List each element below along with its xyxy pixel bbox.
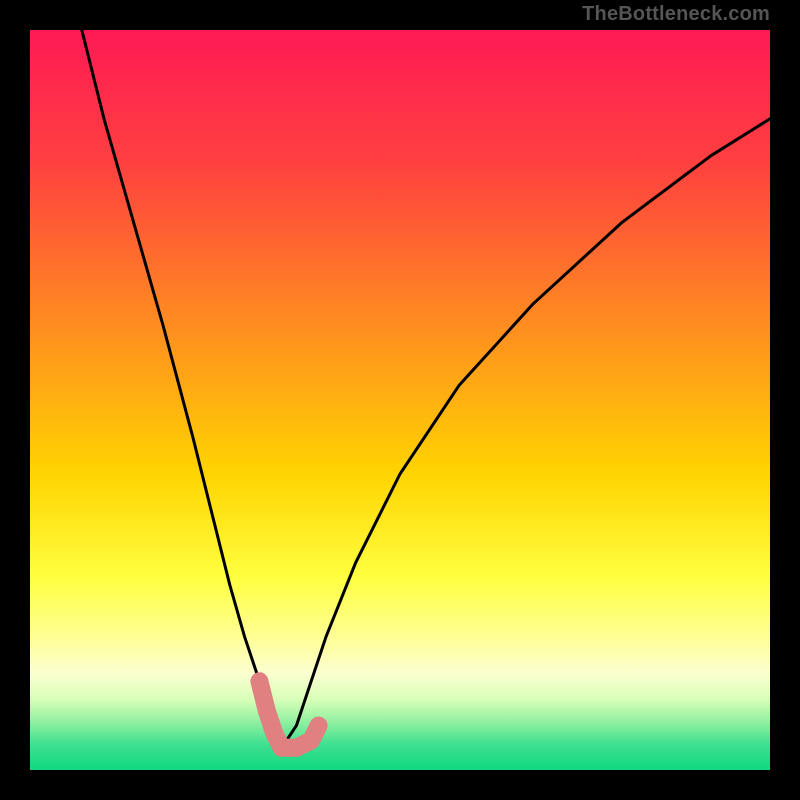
bottleneck-curve-left (82, 30, 282, 748)
chart-frame: TheBottleneck.com (0, 0, 800, 800)
curve-layer (30, 30, 770, 770)
watermark-text: TheBottleneck.com (582, 4, 770, 24)
plot-area (30, 30, 770, 770)
bottleneck-curve-right (282, 119, 770, 748)
